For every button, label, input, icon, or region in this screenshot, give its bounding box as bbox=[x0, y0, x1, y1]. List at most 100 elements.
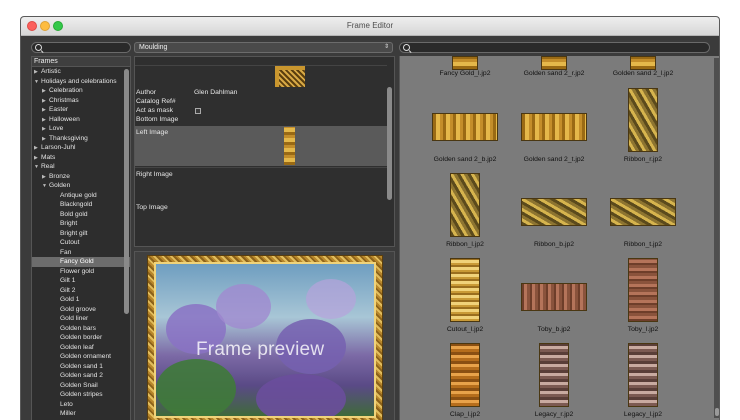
tree-item[interactable]: Gilt 2 bbox=[32, 286, 130, 296]
moulding-thumbnail[interactable] bbox=[450, 343, 480, 407]
tree-item[interactable]: ▶ Bronze bbox=[32, 172, 130, 182]
tree-item[interactable]: ▶ Celebration bbox=[32, 86, 130, 96]
author-value[interactable]: Glen Dahlman bbox=[194, 88, 237, 97]
disclosure-open-icon[interactable]: ▼ bbox=[34, 78, 41, 88]
moulding-thumbnail[interactable] bbox=[521, 113, 587, 141]
grid-scrollbar[interactable] bbox=[714, 58, 719, 418]
tree-item-label: Golden border bbox=[60, 334, 103, 341]
tree-item[interactable]: Golden leaf bbox=[32, 343, 130, 353]
moulding-thumbnail-label: Ribbon_l.jp2 bbox=[446, 241, 484, 248]
moulding-thumbnail[interactable] bbox=[628, 343, 658, 407]
tree-search-input[interactable] bbox=[31, 42, 131, 53]
tree-rows: ▶ Artistic ▼ Holidays and celebrations ▶ Cele… bbox=[32, 67, 130, 419]
tree-item[interactable]: Gold 1 bbox=[32, 295, 130, 305]
disclosure-open-icon[interactable]: ▼ bbox=[34, 163, 41, 173]
tree-item[interactable]: Leto bbox=[32, 400, 130, 410]
tree-item[interactable]: Flower gold bbox=[32, 267, 130, 277]
tree-item-label: Gold groove bbox=[60, 305, 96, 313]
left-image-thumbnail[interactable] bbox=[284, 127, 295, 165]
tree-item-label: Bronze bbox=[49, 172, 70, 180]
tree-item[interactable]: ▶ Thanksgiving bbox=[32, 134, 130, 144]
right-image-label: Right Image bbox=[136, 171, 173, 178]
tree-item[interactable]: Antique gold bbox=[32, 191, 130, 201]
title-bar: Frame Editor bbox=[21, 17, 719, 36]
tree-item[interactable]: ▶ Love bbox=[32, 124, 130, 134]
frame-inner-liner: Frame preview bbox=[154, 262, 376, 418]
tree-item[interactable]: Golden Snail bbox=[32, 381, 130, 391]
tree-item[interactable]: Bright gilt bbox=[32, 229, 130, 239]
bottom-image-thumbnail[interactable] bbox=[275, 66, 305, 87]
top-image-label: Top Image bbox=[136, 204, 168, 211]
tree-item[interactable]: ▶ Larson-Juhl bbox=[32, 143, 130, 153]
left-image-row[interactable] bbox=[135, 126, 387, 166]
tree-item[interactable]: ▼ Real bbox=[32, 162, 130, 172]
tree-item[interactable]: ▼ Holidays and celebrations bbox=[32, 77, 130, 87]
tree-item-label: Flower gold bbox=[60, 267, 95, 275]
moulding-thumbnail[interactable] bbox=[630, 56, 656, 70]
tree-item[interactable]: ▶ Christmas bbox=[32, 96, 130, 106]
tree-item[interactable]: Miller bbox=[32, 409, 130, 419]
tree-item[interactable]: Gold groove bbox=[32, 305, 130, 315]
tree-item[interactable]: ▶ Artistic bbox=[32, 67, 130, 77]
moulding-thumbnail[interactable] bbox=[450, 258, 480, 322]
tree-item-label: Holidays and celebrations bbox=[41, 77, 117, 85]
moulding-thumbnail[interactable] bbox=[521, 198, 587, 226]
moulding-thumbnail-label: Toby_b.jp2 bbox=[537, 326, 571, 333]
tree-item[interactable]: ▶ Halloween bbox=[32, 115, 130, 125]
tree-item-label: Golden leaf bbox=[60, 343, 94, 351]
tree-item[interactable]: Golden ornament bbox=[32, 352, 130, 362]
tree-item-label: Cutout bbox=[60, 239, 80, 246]
tree-item-label: Blackngold bbox=[60, 201, 93, 208]
disclosure-open-icon[interactable]: ▼ bbox=[42, 182, 49, 192]
tree-item[interactable]: Bold gold bbox=[32, 210, 130, 220]
moulding-thumbnail-label: Golden sand 2_t.jp2 bbox=[523, 156, 585, 163]
moulding-thumbnail[interactable] bbox=[450, 173, 480, 237]
moulding-thumbnail-label: Toby_l.jp2 bbox=[627, 326, 659, 333]
tree-item[interactable]: Bright bbox=[32, 219, 130, 229]
props-top-row bbox=[135, 57, 387, 66]
tree-item-label: Love bbox=[49, 125, 64, 132]
moulding-thumbnail-label: Legacy_r.jp2 bbox=[534, 411, 574, 418]
tree-item-label: Easter bbox=[49, 106, 69, 113]
tree-item[interactable]: Golden sand 2 bbox=[32, 371, 130, 381]
tree-item-label: Bold gold bbox=[60, 210, 88, 218]
moulding-select[interactable]: Moulding ⇕ bbox=[134, 42, 393, 53]
tree-item-label: Golden sand 1 bbox=[60, 362, 103, 370]
act-as-mask-checkbox[interactable] bbox=[195, 108, 201, 114]
tree-item[interactable]: Fan bbox=[32, 248, 130, 258]
tree-item-label: Bright gilt bbox=[60, 229, 88, 237]
tree-item[interactable]: Cutout bbox=[32, 238, 130, 248]
tree-item[interactable]: Fancy Gold bbox=[32, 257, 130, 267]
images-search-input[interactable] bbox=[399, 42, 710, 53]
moulding-thumbnail[interactable] bbox=[628, 258, 658, 322]
tree-header: Frames bbox=[32, 57, 130, 67]
tree-item-label: Celebration bbox=[49, 87, 83, 94]
tree-item[interactable]: Gold liner bbox=[32, 314, 130, 324]
tree-item[interactable]: Gilt 1 bbox=[32, 276, 130, 286]
tree-item-label: Golden Snail bbox=[60, 381, 98, 389]
tree-item[interactable]: Golden sand 1 bbox=[32, 362, 130, 372]
tree-item[interactable]: Golden bars bbox=[32, 324, 130, 334]
moulding-thumbnail[interactable] bbox=[541, 56, 567, 70]
tree-item[interactable]: ▼ Golden bbox=[32, 181, 130, 191]
properties-scrollbar[interactable] bbox=[387, 87, 392, 200]
moulding-thumbnail[interactable] bbox=[539, 343, 569, 407]
tree-item-label: Golden bars bbox=[60, 324, 96, 332]
tree-item[interactable]: Golden border bbox=[32, 333, 130, 343]
frame-preview-panel: Frame preview bbox=[134, 251, 395, 420]
tree-item[interactable]: Golden stripes bbox=[32, 390, 130, 400]
tree-scrollbar[interactable] bbox=[124, 69, 129, 314]
tree-item[interactable]: ▶ Mats bbox=[32, 153, 130, 163]
tree-item-label: Artistic bbox=[41, 68, 61, 75]
moulding-thumbnail-label: Golden sand 2_b.jp2 bbox=[433, 156, 497, 163]
moulding-thumbnail[interactable] bbox=[452, 56, 478, 70]
tree-item-label: Leto bbox=[60, 400, 73, 408]
moulding-thumbnail-label: Ribbon_r.jp2 bbox=[623, 156, 663, 163]
moulding-thumbnail[interactable] bbox=[432, 113, 498, 141]
tree-item[interactable]: Blackngold bbox=[32, 200, 130, 210]
moulding-thumbnail[interactable] bbox=[521, 283, 587, 311]
moulding-thumbnail[interactable] bbox=[610, 198, 676, 226]
moulding-thumbnail[interactable] bbox=[628, 88, 658, 152]
tree-item-label: Golden stripes bbox=[60, 391, 103, 398]
tree-item[interactable]: ▶ Easter bbox=[32, 105, 130, 115]
